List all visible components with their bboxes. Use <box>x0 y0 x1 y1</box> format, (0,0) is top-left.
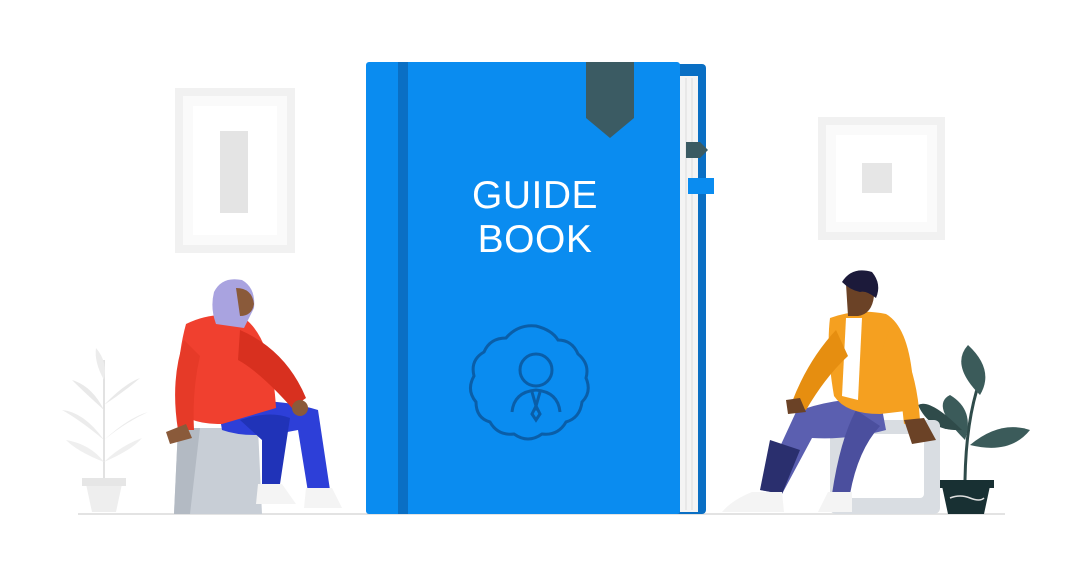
book-title-line2: BOOK <box>477 218 593 261</box>
left-potted-plant <box>62 348 148 512</box>
left-stool <box>174 428 262 514</box>
left-picture-frame <box>175 88 295 253</box>
book-title-line1: GUIDE <box>471 174 598 217</box>
guidebook-illustration <box>62 62 1030 515</box>
book-cover-title: GUIDE BOOK <box>440 174 630 262</box>
guide-book <box>366 62 714 514</box>
book-tab-blue <box>688 178 714 194</box>
right-picture-frame <box>818 117 945 240</box>
